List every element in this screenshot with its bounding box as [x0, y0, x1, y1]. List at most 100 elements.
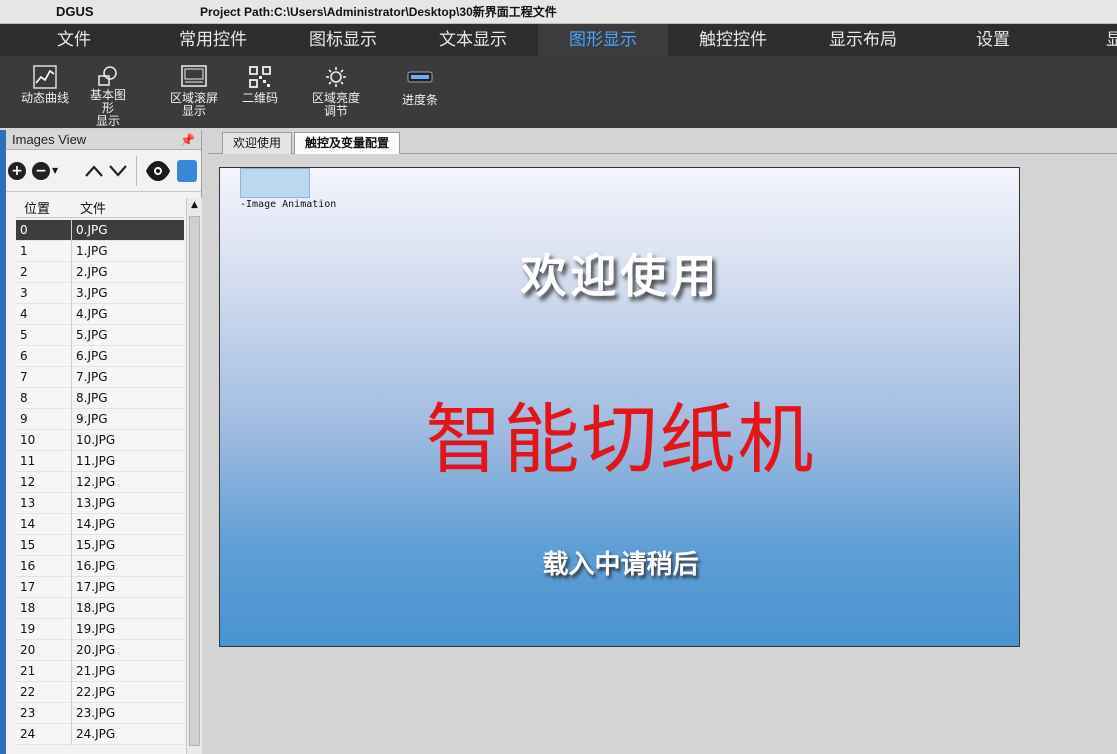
tab-touch-controls[interactable]: 触控控件	[668, 24, 798, 56]
move-up-icon[interactable]	[84, 164, 104, 178]
row-position: 21	[16, 660, 72, 682]
tab-touch-variable-config[interactable]: 触控及变量配置	[294, 132, 401, 154]
row-position: 11	[16, 450, 72, 472]
row-position: 10	[16, 429, 72, 451]
image-tool-icon[interactable]	[177, 159, 198, 182]
table-row[interactable]: 1 1.JPG	[16, 240, 184, 262]
scroll-area-button[interactable]: 区域滚屏 显示	[144, 56, 244, 128]
tab-welcome[interactable]: 欢迎使用	[222, 132, 293, 154]
row-position: 12	[16, 471, 72, 493]
qr-code-icon	[249, 62, 271, 92]
row-position: 22	[16, 681, 72, 703]
row-filename: 1.JPG	[76, 243, 108, 258]
tab-display[interactable]: 显示	[1058, 24, 1117, 56]
tab-common-controls[interactable]: 常用控件	[148, 24, 278, 56]
row-filename: 3.JPG	[76, 285, 108, 300]
tab-file[interactable]: 文件	[0, 24, 148, 56]
preview-eye-icon[interactable]	[145, 160, 171, 182]
row-filename: 13.JPG	[76, 495, 116, 510]
table-row[interactable]: 14 14.JPG	[16, 513, 184, 535]
row-filename: 7.JPG	[76, 369, 108, 384]
table-row[interactable]: 5 5.JPG	[16, 324, 184, 346]
images-view-title: Images View	[12, 132, 87, 147]
table-row[interactable]: 18 18.JPG	[16, 597, 184, 619]
menu-bar: 文件 常用控件 图标显示 文本显示 图形显示 触控控件 显示布局 设置 显示	[0, 24, 1117, 56]
scrollbar-thumb[interactable]	[189, 216, 200, 746]
tab-icon-display[interactable]: 图标显示	[278, 24, 408, 56]
row-filename: 15.JPG	[76, 537, 116, 552]
table-row[interactable]: 2 2.JPG	[16, 261, 184, 283]
images-table-header: 位置 文件	[16, 198, 184, 218]
app-name: DGUS	[56, 4, 94, 19]
row-position: 19	[16, 618, 72, 640]
row-filename: 5.JPG	[76, 327, 108, 342]
row-position: 23	[16, 702, 72, 724]
row-filename: 12.JPG	[76, 474, 116, 489]
column-header-pos[interactable]: 位置	[16, 198, 72, 217]
table-row[interactable]: 19 19.JPG	[16, 618, 184, 640]
row-position: 1	[16, 240, 72, 262]
shapes-icon	[96, 62, 120, 89]
brightness-button[interactable]: 区域亮度 调节	[298, 56, 374, 128]
tool-label: 区域滚屏 显示	[169, 91, 218, 118]
qr-code-button[interactable]: 二维码	[230, 56, 290, 128]
tab-text-display[interactable]: 文本显示	[408, 24, 538, 56]
row-filename: 18.JPG	[76, 600, 116, 615]
progress-bar-button[interactable]: 进度条	[388, 56, 452, 128]
row-filename: 0.JPG	[76, 222, 108, 237]
chevron-down-icon[interactable]: ▼	[52, 166, 58, 175]
row-position: 24	[16, 723, 72, 745]
table-row[interactable]: 24 24.JPG	[16, 723, 184, 745]
row-position: 20	[16, 639, 72, 661]
image-animation-widget[interactable]	[240, 168, 310, 198]
table-row[interactable]: 3 3.JPG	[16, 282, 184, 304]
table-row[interactable]: 15 15.JPG	[16, 534, 184, 556]
tool-label: 基本图形 显示	[89, 88, 126, 128]
basic-shape-button[interactable]: 基本图形 显示	[86, 56, 130, 128]
row-filename: 20.JPG	[76, 642, 116, 657]
row-filename: 8.JPG	[76, 390, 108, 405]
table-row[interactable]: 0 0.JPG	[16, 219, 184, 241]
tab-display-layout[interactable]: 显示布局	[798, 24, 928, 56]
title-bar: DGUS Project Path:C:\Users\Administrator…	[0, 0, 1117, 24]
table-row[interactable]: 23 23.JPG	[16, 702, 184, 724]
move-down-icon[interactable]	[108, 164, 128, 178]
table-row[interactable]: 8 8.JPG	[16, 387, 184, 409]
table-row[interactable]: 13 13.JPG	[16, 492, 184, 514]
table-row[interactable]: 20 20.JPG	[16, 639, 184, 661]
table-row[interactable]: 21 21.JPG	[16, 660, 184, 682]
scroll-area-icon	[181, 62, 207, 92]
row-position: 9	[16, 408, 72, 430]
table-row[interactable]: 9 9.JPG	[16, 408, 184, 430]
dynamic-curve-button[interactable]: 动态曲线	[0, 56, 90, 128]
row-position: 13	[16, 492, 72, 514]
table-row[interactable]: 4 4.JPG	[16, 303, 184, 325]
table-row[interactable]: 7 7.JPG	[16, 366, 184, 388]
scroll-up-arrow-icon[interactable]: ▲	[187, 198, 202, 212]
table-row[interactable]: 17 17.JPG	[16, 576, 184, 598]
table-row[interactable]: 6 6.JPG	[16, 345, 184, 367]
table-row[interactable]: 22 22.JPG	[16, 681, 184, 703]
table-row[interactable]: 12 12.JPG	[16, 471, 184, 493]
product-title: 智能切纸机	[425, 395, 816, 484]
row-filename: 9.JPG	[76, 411, 108, 426]
brightness-icon	[325, 62, 347, 92]
table-row[interactable]: 16 16.JPG	[16, 555, 184, 577]
tab-graphic-display[interactable]: 图形显示	[538, 24, 668, 56]
tool-label: 区域亮度 调节	[311, 91, 360, 118]
tool-label: 进度条	[401, 93, 438, 107]
column-header-file[interactable]: 文件	[72, 198, 106, 217]
add-image-button[interactable]: +	[8, 161, 26, 180]
tab-settings[interactable]: 设置	[928, 24, 1058, 56]
remove-image-button[interactable]: −	[32, 161, 50, 180]
ribbon-toolbar: 动态曲线 基本图形 显示 区域滚屏 显示 二维码 区域亮度 调节 进度条	[0, 56, 1117, 128]
design-canvas[interactable]: -Image Animation 欢迎使用 智能切纸机 载入中请稍后	[219, 167, 1020, 647]
images-table-scrollbar[interactable]: ▲	[186, 198, 202, 754]
table-row[interactable]: 11 11.JPG	[16, 450, 184, 472]
pin-icon[interactable]: 📌	[180, 133, 195, 147]
table-row[interactable]: 10 10.JPG	[16, 429, 184, 451]
row-filename: 19.JPG	[76, 621, 116, 636]
row-filename: 17.JPG	[76, 579, 116, 594]
row-filename: 16.JPG	[76, 558, 116, 573]
images-view-pane: Images View 📌 + − ▼ 位置 文件 0 0.JPG 1 1.JPG 2 2…	[6, 130, 202, 754]
